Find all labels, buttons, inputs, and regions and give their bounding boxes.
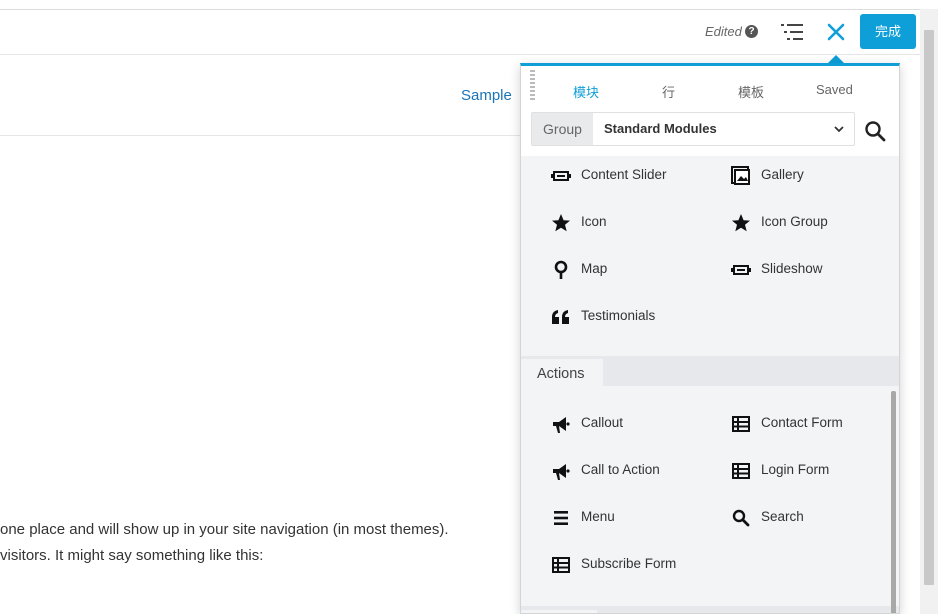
module-label: Subscribe Form (581, 556, 677, 571)
tab-templates[interactable]: 模板 (738, 82, 764, 101)
header-divider (0, 135, 520, 136)
edited-status: Edited (705, 24, 742, 39)
module-label: Slideshow (761, 261, 823, 276)
map-pin-icon (554, 260, 568, 279)
module-label: Login Form (761, 462, 830, 477)
body-text-line: one place and will show up in your site … (0, 521, 449, 538)
megaphone-icon (553, 464, 570, 480)
module-label: Icon (581, 214, 607, 229)
panel-pointer (828, 55, 844, 63)
panel-scrollbar[interactable] (891, 391, 896, 613)
next-section-tab[interactable] (521, 610, 597, 613)
module-label: Callout (581, 415, 624, 430)
module-panel: 模块 行 模板 Saved Group Standard Modules Con… (520, 63, 900, 614)
actions-section-title[interactable]: Actions (537, 366, 585, 382)
group-select[interactable]: Group Standard Modules (531, 112, 855, 146)
body-text-line: visitors. It might say something like th… (0, 547, 264, 564)
module-label: Contact Form (761, 415, 843, 430)
module-label: Search (761, 509, 804, 524)
module-label: Menu (581, 509, 615, 524)
module-label: Icon Group (761, 214, 828, 229)
tab-saved[interactable]: Saved (816, 82, 853, 97)
megaphone-icon (553, 417, 570, 433)
group-label: Group (532, 113, 593, 145)
drag-handle[interactable] (530, 70, 535, 102)
form-table-icon (552, 557, 570, 573)
form-table-icon (732, 416, 750, 432)
tab-rows[interactable]: 行 (662, 82, 675, 101)
module-label: Map (581, 261, 608, 276)
menu-icon (554, 511, 568, 525)
module-label: Content Slider (581, 167, 667, 182)
tab-modules[interactable]: 模块 (573, 82, 599, 101)
module-label: Testimonials (581, 308, 656, 323)
nav-link-sample[interactable]: Sample (461, 87, 512, 104)
quote-icon (552, 310, 569, 324)
slider-icon (731, 265, 751, 275)
star-icon (732, 214, 750, 232)
chevron-down-icon (834, 126, 844, 133)
search-icon (732, 509, 750, 527)
star-icon (552, 214, 570, 232)
standard-modules-section (521, 156, 899, 356)
close-icon[interactable] (824, 20, 848, 44)
done-button[interactable]: 完成 (860, 14, 916, 49)
outline-list-icon[interactable] (781, 23, 803, 41)
gallery-icon (731, 166, 750, 185)
page-scrollbar-thumb[interactable] (924, 30, 934, 585)
slider-icon (551, 171, 571, 181)
module-label: Gallery (761, 167, 804, 182)
search-icon[interactable] (863, 119, 887, 143)
module-label: Call to Action (581, 462, 660, 477)
question-circle-icon[interactable]: ? (745, 25, 758, 38)
group-select-value: Standard Modules (604, 121, 717, 136)
browser-edge-line (0, 9, 920, 10)
form-table-icon (732, 463, 750, 479)
